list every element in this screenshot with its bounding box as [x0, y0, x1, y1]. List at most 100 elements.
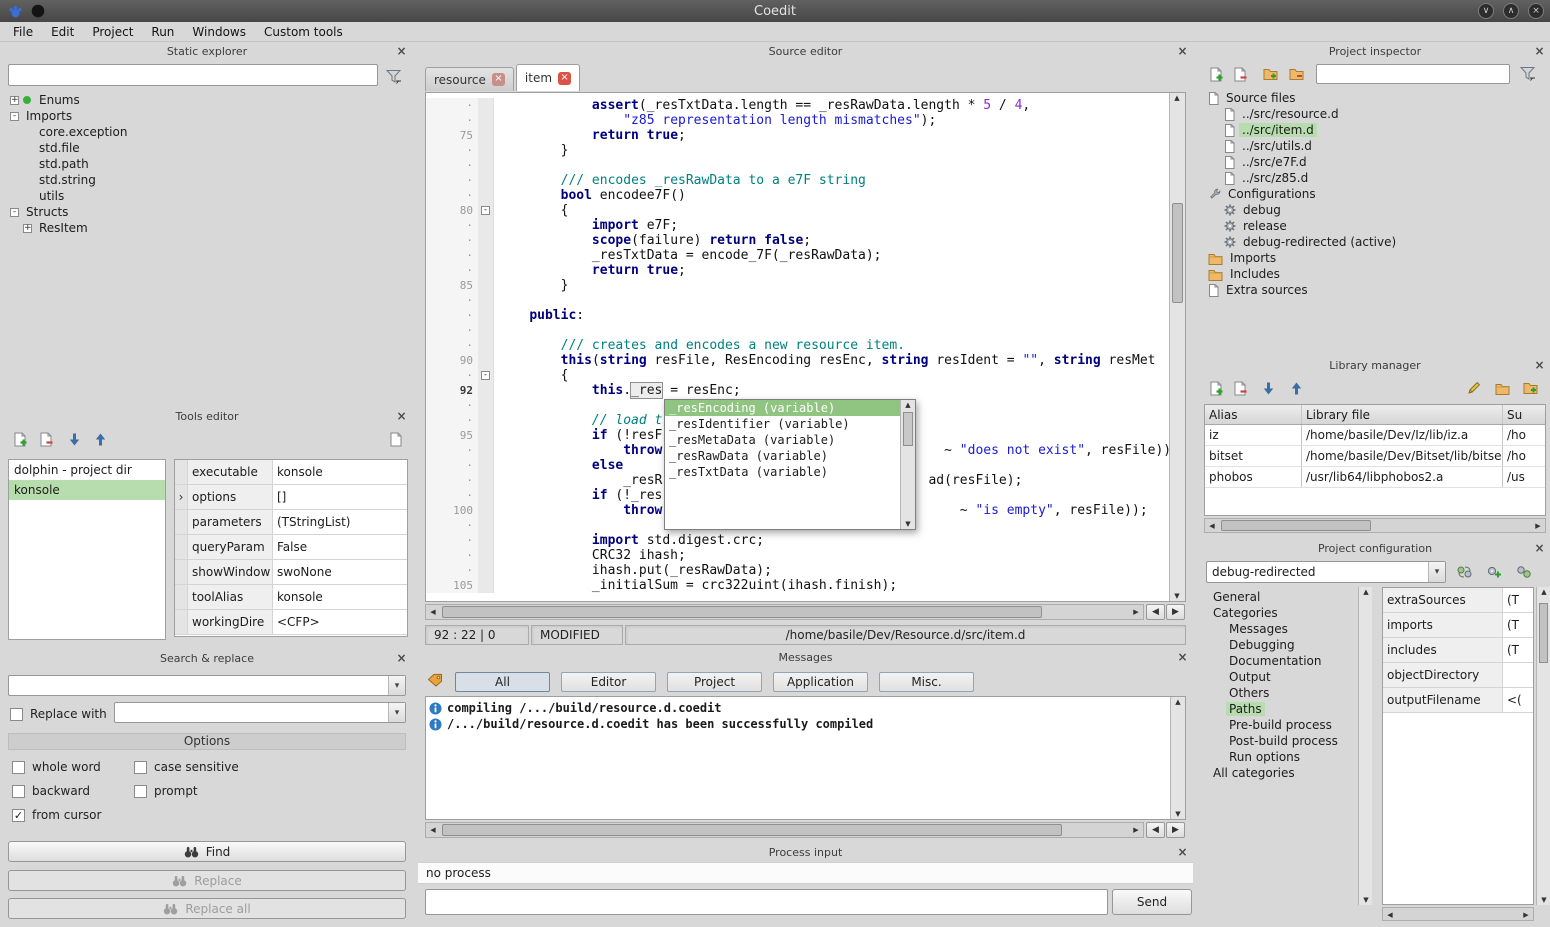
scroll-up-icon[interactable]: ▲ [1171, 698, 1185, 706]
configuration-combo[interactable]: debug-redirected▾ [1206, 561, 1446, 583]
close-panel-icon[interactable]: × [1176, 45, 1189, 58]
clear-messages-button[interactable] [423, 669, 447, 691]
completion-item-residentifier-variable[interactable]: _resIdentifier (variable) [665, 416, 900, 432]
static-tree-item-structs[interactable]: -Structs [6, 204, 408, 220]
config-property-outputfilename[interactable]: outputFilename<( [1383, 688, 1533, 713]
config-category-run-options[interactable]: Run options [1202, 749, 1356, 765]
scrollbar-thumb[interactable] [1539, 603, 1548, 663]
collapse-icon[interactable]: - [10, 112, 19, 121]
config-grid-scrollbar[interactable]: ▲ ▼ [1536, 587, 1550, 905]
move-library-up-button[interactable] [1284, 377, 1308, 399]
clone-configuration-button[interactable] [1512, 561, 1536, 583]
window-menu-icon[interactable] [31, 4, 45, 18]
code-line-80[interactable]: 80- { [426, 203, 1169, 218]
dropdown-arrow-icon[interactable]: ▾ [388, 703, 405, 722]
inspector-item-debug[interactable]: debug [1202, 202, 1546, 218]
config-category-output[interactable]: Output [1202, 669, 1356, 685]
inspector-filter-button[interactable] [1516, 62, 1540, 84]
library-row-phobos[interactable]: phobos/usr/lib64/libphobos2.a/us [1205, 467, 1545, 488]
close-panel-icon[interactable]: × [1533, 542, 1546, 555]
code-line-88[interactable]: · [426, 323, 1169, 338]
editor-tab-item[interactable]: item× [516, 64, 580, 91]
remove-source-button[interactable] [1228, 63, 1252, 85]
maximize-button[interactable]: ∧ [1503, 3, 1519, 19]
edit-library-button[interactable] [1462, 377, 1486, 399]
config-property-imports[interactable]: imports(T [1383, 613, 1533, 638]
dropdown-arrow-icon[interactable]: ▾ [388, 676, 405, 695]
code-line-104[interactable]: · ihash.put(_resRawData); [426, 563, 1169, 578]
static-tree-item-core-exception[interactable]: core.exception [6, 124, 408, 140]
config-tree-scrollbar[interactable]: ▲ ▼ [1358, 587, 1372, 905]
editor-horizontal-scrollbar[interactable]: ◀ ▶ [425, 604, 1144, 620]
scrollbar-thumb[interactable] [1221, 520, 1371, 531]
close-panel-icon[interactable]: × [1176, 651, 1189, 664]
code-line-82[interactable]: · scope(failure) return false; [426, 233, 1169, 248]
expand-icon[interactable]: + [10, 96, 19, 105]
tool-property-executable[interactable]: executablekonsole [175, 460, 407, 485]
process-input-field[interactable] [425, 889, 1108, 915]
inspector-item-src-z85-d[interactable]: ../src/z85.d [1202, 170, 1546, 186]
expand-icon[interactable]: + [23, 224, 32, 233]
static-tree-item-utils[interactable]: utils [6, 188, 408, 204]
collapse-icon[interactable]: - [10, 208, 19, 217]
scroll-up-icon[interactable]: ▲ [901, 401, 915, 409]
code-line-81[interactable]: · import e7F; [426, 218, 1169, 233]
code-line-105[interactable]: 105 _initialSum = crc322uint(ihash.finis… [426, 578, 1169, 593]
code-line-85[interactable]: 85 } [426, 278, 1169, 293]
move-tool-down-button[interactable] [62, 428, 86, 450]
inspector-item-extra-sources[interactable]: Extra sources [1202, 282, 1546, 298]
config-category-categories[interactable]: Categories [1202, 605, 1356, 621]
add-source-folder-button[interactable] [1258, 63, 1282, 85]
inspector-item-src-utils-d[interactable]: ../src/utils.d [1202, 138, 1546, 154]
tool-property-queryparam[interactable]: queryParamFalse [175, 535, 407, 560]
tab-scroll-left-button[interactable]: ◀ [1146, 604, 1165, 620]
add-library-button[interactable] [1204, 377, 1228, 399]
inspector-item-src-e7f-d[interactable]: ../src/e7F.d [1202, 154, 1546, 170]
code-line-78[interactable]: · /// encodes _resRawData to a e7F strin… [426, 173, 1169, 188]
scrollbar-th�umb[interactable] [442, 606, 1042, 618]
minimize-button[interactable]: ∨ [1478, 3, 1494, 19]
messages-tab-project[interactable]: Project [667, 672, 762, 692]
code-line-103[interactable]: · CRC32 ihash; [426, 548, 1169, 563]
scroll-down-icon[interactable]: ▼ [1537, 896, 1550, 904]
scroll-left-button[interactable]: ◀ [1146, 822, 1165, 838]
code-line-102[interactable]: · import std.digest.crc; [426, 533, 1169, 548]
add-configuration-button[interactable] [1482, 561, 1506, 583]
library-column-alias[interactable]: Alias [1205, 405, 1302, 424]
inspector-item-configurations[interactable]: Configurations [1202, 186, 1546, 202]
inspector-filter-input[interactable] [1316, 64, 1510, 84]
menu-file[interactable]: File [4, 25, 42, 39]
move-library-down-button[interactable] [1256, 377, 1280, 399]
tool-property-toolalias[interactable]: toolAliaskonsole [175, 585, 407, 610]
completion-item-resmetadata-variable[interactable]: _resMetaData (variable) [665, 432, 900, 448]
checkbox-case-sensitive[interactable]: case sensitive [134, 755, 402, 779]
scrollbar-thumb[interactable] [1172, 203, 1183, 303]
checkbox-prompt[interactable]: prompt [134, 779, 402, 803]
config-property-objectdirectory[interactable]: objectDirectory [1383, 663, 1533, 688]
replace-all-button[interactable]: Replace all [8, 898, 406, 919]
code-line-77[interactable]: · [426, 158, 1169, 173]
code-line-74[interactable]: · "z85 representation length mismatches"… [426, 113, 1169, 128]
tool-item-dolphin-project-dir[interactable]: dolphin - project dir [9, 460, 165, 480]
code-editor[interactable]: · assert(_resTxtData.length == _resRawDa… [425, 92, 1186, 602]
remove-library-button[interactable] [1228, 377, 1252, 399]
close-panel-icon[interactable]: × [395, 410, 408, 423]
menu-run[interactable]: Run [142, 25, 183, 39]
checkbox-backward[interactable]: backward [12, 779, 134, 803]
static-tree-item-std-path[interactable]: std.path [6, 156, 408, 172]
inspector-item-src-item-d[interactable]: ../src/item.d [1202, 122, 1546, 138]
scroll-down-icon[interactable]: ▼ [1170, 592, 1184, 600]
scroll-up-icon[interactable]: ▲ [1170, 94, 1184, 102]
config-property-includes[interactable]: includes(T [1383, 638, 1533, 663]
scrollbar-thumb[interactable] [903, 412, 913, 446]
send-button[interactable]: Send [1112, 889, 1192, 915]
inspector-item-source-files[interactable]: Source files [1202, 90, 1546, 106]
completion-item-resrawdata-variable[interactable]: _resRawData (variable) [665, 448, 900, 464]
scroll-right-icon[interactable]: ▶ [1129, 823, 1143, 837]
open-library-file-button[interactable] [1490, 377, 1514, 399]
message-row[interactable]: compiling /.../build/resource.d.coedit [426, 700, 1185, 716]
tool-property-workingdire[interactable]: workingDire<CFP> [175, 610, 407, 635]
inspector-item-src-resource-d[interactable]: ../src/resource.d [1202, 106, 1546, 122]
messages-tab-misc[interactable]: Misc. [879, 672, 974, 692]
close-window-button[interactable]: × [1528, 3, 1544, 19]
